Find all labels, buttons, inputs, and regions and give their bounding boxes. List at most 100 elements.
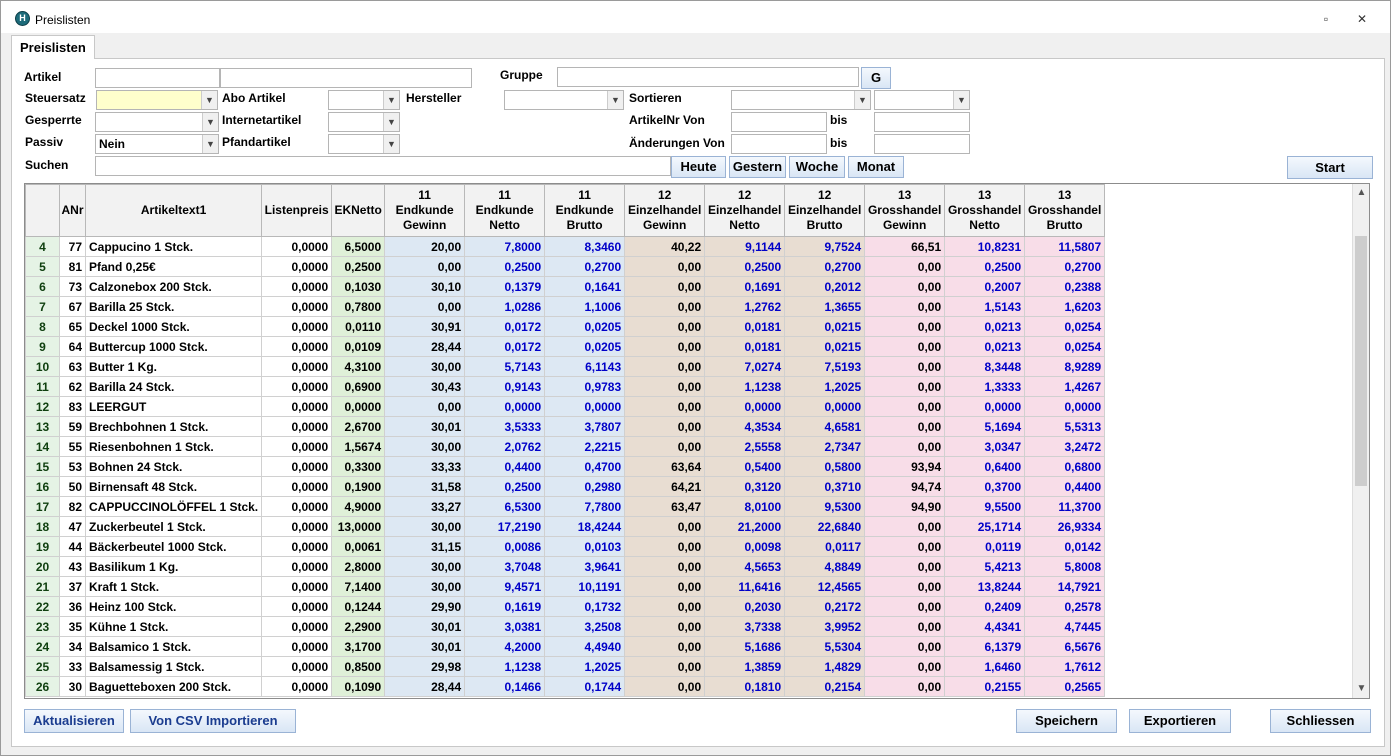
table-row[interactable]: 20 43 Basilikum 1 Kg. 0,0000 2,8000 30,00 3,70… — [25, 556, 1106, 577]
aenderungen-von-field[interactable] — [731, 134, 827, 154]
table-row[interactable]: 10 63 Butter 1 Kg. 0,0000 4,3100 30,00 5,7143 6… — [25, 356, 1106, 377]
row-number[interactable]: 22 — [25, 596, 60, 617]
column-header[interactable]: 13 Grosshandel Brutto — [1024, 184, 1106, 237]
row-number[interactable]: 19 — [25, 536, 60, 557]
chevron-down-icon[interactable]: ▼ — [383, 91, 399, 109]
table-row[interactable]: 9 64 Buttercup 1000 Stck. 0,0000 0,0109 28,44… — [25, 336, 1106, 357]
row-number[interactable]: 15 — [25, 456, 60, 477]
table-row[interactable]: 23 35 Kühne 1 Stck. 0,0000 2,2900 30,01 3,0381… — [25, 616, 1106, 637]
table-row[interactable]: 14 55 Riesenbohnen 1 Stck. 0,0000 1,5674 30,0… — [25, 436, 1106, 457]
pfandartikel-select[interactable]: ▼ — [328, 134, 400, 154]
chevron-down-icon[interactable]: ▼ — [383, 113, 399, 131]
passiv-select[interactable]: Nein ▼ — [95, 134, 219, 154]
row-number[interactable]: 20 — [25, 556, 60, 577]
table-row[interactable]: 21 37 Kraft 1 Stck. 0,0000 7,1400 30,00 9,4571… — [25, 576, 1106, 597]
table-row[interactable]: 24 34 Balsamico 1 Stck. 0,0000 3,1700 30,01 4,… — [25, 636, 1106, 657]
column-header[interactable]: Listenpreis — [261, 184, 333, 237]
row-number[interactable]: 5 — [25, 256, 60, 277]
abo-artikel-select[interactable]: ▼ — [328, 90, 400, 110]
start-button[interactable]: Start — [1287, 156, 1373, 179]
row-number[interactable]: 17 — [25, 496, 60, 517]
table-row[interactable]: 16 50 Birnensaft 48 Stck. 0,0000 0,1900 31,58… — [25, 476, 1106, 497]
row-number[interactable]: 7 — [25, 296, 60, 317]
speichern-button[interactable]: Speichern — [1016, 709, 1117, 733]
row-number[interactable]: 4 — [25, 236, 60, 257]
vertical-scrollbar[interactable]: ▲ ▼ — [1352, 184, 1369, 698]
column-header[interactable]: 13 Grosshandel Netto — [944, 184, 1026, 237]
row-number[interactable]: 13 — [25, 416, 60, 437]
table-row[interactable]: 12 83 LEERGUT 0,0000 0,0000 0,00 0,0000 0,0000 0… — [25, 396, 1106, 417]
table-row[interactable]: 19 44 Bäckerbeutel 1000 Stck. 0,0000 0,0061 3… — [25, 536, 1106, 557]
row-number[interactable]: 6 — [25, 276, 60, 297]
woche-button[interactable]: Woche — [789, 156, 845, 178]
schliessen-button[interactable]: Schliessen — [1270, 709, 1371, 733]
tab-preislisten[interactable]: Preislisten — [11, 35, 95, 60]
chevron-down-icon[interactable]: ▼ — [202, 135, 218, 153]
exportieren-button[interactable]: Exportieren — [1129, 709, 1231, 733]
internetartikel-select[interactable]: ▼ — [328, 112, 400, 132]
column-header[interactable]: 11 Endkunde Brutto — [544, 184, 626, 237]
aktualisieren-button[interactable]: Aktualisieren — [24, 709, 124, 733]
row-number[interactable]: 16 — [25, 476, 60, 497]
row-number[interactable]: 12 — [25, 396, 60, 417]
column-header[interactable]: 12 Einzelhandel Netto — [704, 184, 786, 237]
gruppe-select-button[interactable]: G — [861, 67, 891, 89]
column-header[interactable]: ANr — [59, 184, 86, 237]
column-header[interactable]: Artikeltext1 — [84, 184, 263, 237]
restore-icon[interactable]: ▫ — [1315, 9, 1337, 29]
aenderungen-bis-field[interactable] — [874, 134, 970, 154]
gestern-button[interactable]: Gestern — [729, 156, 786, 178]
row-number[interactable]: 14 — [25, 436, 60, 457]
table-row[interactable]: 4 77 Cappucino 1 Stck. 0,0000 6,5000 20,00 7,8… — [25, 236, 1106, 257]
artikel-text-field[interactable] — [220, 68, 472, 88]
table-row[interactable]: 5 81 Pfand 0,25€ 0,0000 0,2500 0,00 0,2500 0,27… — [25, 256, 1106, 277]
gruppe-field[interactable] — [557, 67, 859, 87]
search-input[interactable] — [95, 156, 671, 176]
chevron-down-icon[interactable]: ▼ — [202, 113, 218, 131]
row-number[interactable]: 10 — [25, 356, 60, 377]
column-header[interactable]: 13 Grosshandel Gewinn — [864, 184, 946, 237]
column-header[interactable]: 11 Endkunde Gewinn — [384, 184, 466, 237]
chevron-down-icon[interactable]: ▼ — [383, 135, 399, 153]
row-number[interactable]: 26 — [25, 676, 60, 697]
row-number[interactable]: 8 — [25, 316, 60, 337]
table-row[interactable]: 11 62 Barilla 24 Stck. 0,0000 0,6900 30,43 0,9… — [25, 376, 1106, 397]
artikelnr-bis-field[interactable] — [874, 112, 970, 132]
sortieren-select-1[interactable]: ▼ — [731, 90, 871, 110]
hersteller-select[interactable]: ▼ — [504, 90, 624, 110]
row-number[interactable]: 11 — [25, 376, 60, 397]
column-header[interactable]: EKNetto — [331, 184, 386, 237]
table-row[interactable]: 8 65 Deckel 1000 Stck. 0,0000 0,0110 30,91 0,0… — [25, 316, 1106, 337]
scroll-down-icon[interactable]: ▼ — [1353, 682, 1369, 696]
chevron-down-icon[interactable]: ▼ — [953, 91, 969, 109]
chevron-down-icon[interactable]: ▼ — [854, 91, 870, 109]
scroll-up-icon[interactable]: ▲ — [1353, 186, 1369, 200]
column-header[interactable]: 12 Einzelhandel Gewinn — [624, 184, 706, 237]
chevron-down-icon[interactable]: ▼ — [607, 91, 623, 109]
gesperrte-select[interactable]: ▼ — [95, 112, 219, 132]
row-number[interactable]: 21 — [25, 576, 60, 597]
monat-button[interactable]: Monat — [848, 156, 904, 178]
artikelnr-von-field[interactable] — [731, 112, 827, 132]
csv-import-button[interactable]: Von CSV Importieren — [130, 709, 296, 733]
column-header[interactable]: 11 Endkunde Netto — [464, 184, 546, 237]
chevron-down-icon[interactable]: ▼ — [201, 91, 217, 109]
scroll-thumb[interactable] — [1355, 236, 1367, 486]
table-row[interactable]: 13 59 Brechbohnen 1 Stck. 0,0000 2,6700 30,01… — [25, 416, 1106, 437]
table-row[interactable]: 15 53 Bohnen 24 Stck. 0,0000 0,3300 33,33 0,44… — [25, 456, 1106, 477]
row-number[interactable]: 24 — [25, 636, 60, 657]
table-row[interactable]: 25 33 Balsamessig 1 Stck. 0,0000 0,8500 29,98… — [25, 656, 1106, 677]
heute-button[interactable]: Heute — [671, 156, 726, 178]
table-row[interactable]: 26 30 Baguetteboxen 200 Stck. 0,0000 0,1090 2… — [25, 676, 1106, 697]
row-number[interactable]: 23 — [25, 616, 60, 637]
table-row[interactable]: 7 67 Barilla 25 Stck. 0,0000 0,7800 0,00 1,028… — [25, 296, 1106, 317]
table-row[interactable]: 22 36 Heinz 100 Stck. 0,0000 0,1244 29,90 0,16… — [25, 596, 1106, 617]
table-row[interactable]: 17 82 CAPPUCCINOLÖFFEL 1 Stck. 0,0000 4,9000… — [25, 496, 1106, 517]
table-row[interactable]: 6 73 Calzonebox 200 Stck. 0,0000 0,1030 30,10… — [25, 276, 1106, 297]
table-row[interactable]: 18 47 Zuckerbeutel 1 Stck. 0,0000 13,0000 30,… — [25, 516, 1106, 537]
row-number[interactable]: 25 — [25, 656, 60, 677]
row-number[interactable]: 9 — [25, 336, 60, 357]
steuersatz-select[interactable]: ▼ — [96, 90, 218, 110]
row-number[interactable]: 18 — [25, 516, 60, 537]
column-header[interactable]: 12 Einzelhandel Brutto — [784, 184, 866, 237]
